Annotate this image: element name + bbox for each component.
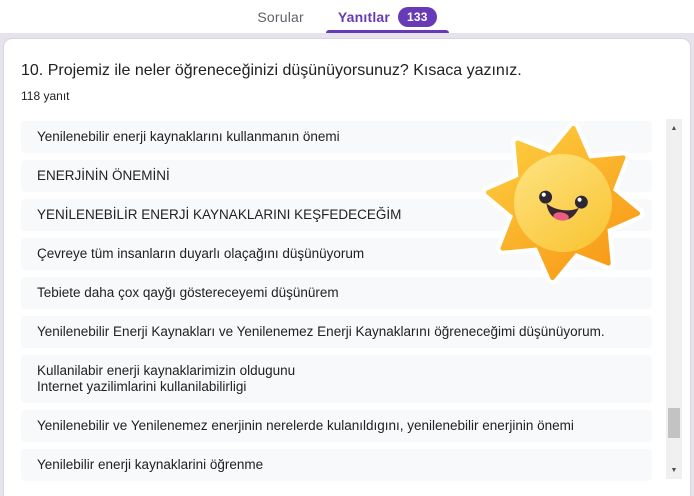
tab-questions-label: Sorular — [257, 8, 304, 25]
response-row: Yenilenebilir Enerji Kaynakları ve Yenil… — [21, 316, 652, 348]
responses-scrollbar[interactable]: ▲ ▼ — [666, 119, 682, 479]
scrollbar-thumb[interactable] — [668, 408, 680, 438]
response-row: ENERJİNİN ÖNEMİNİ — [21, 160, 652, 192]
response-row: Yenilenebilir enerji kaynaklarını kullan… — [21, 121, 652, 153]
scroll-down-arrow-icon[interactable]: ▼ — [666, 463, 682, 477]
responses-page: Sorular Yanıtlar 133 10. Projemiz ile ne… — [0, 0, 694, 496]
answers-count-badge: 133 — [398, 6, 437, 27]
question-card: 10. Projemiz ile neler öğreneceğinizi dü… — [3, 38, 691, 496]
response-row: Çevreye tüm insanların duyarlı olaçağını… — [21, 238, 652, 270]
active-tab-underline — [325, 30, 449, 33]
responses-list: Yenilenebilir enerji kaynaklarını kullan… — [21, 121, 652, 481]
tab-bar: Sorular Yanıtlar 133 — [0, 0, 694, 33]
tab-questions[interactable]: Sorular — [243, 0, 318, 33]
tab-answers[interactable]: Yanıtlar 133 — [324, 0, 451, 33]
scroll-up-arrow-icon[interactable]: ▲ — [666, 121, 682, 135]
response-row: Yenilenebilir ve Yenilenemez enerjinin n… — [21, 410, 652, 442]
tab-answers-label: Yanıtlar — [337, 8, 391, 25]
response-row: YENİLENEBİLİR ENERJİ KAYNAKLARINI KEŞFED… — [21, 199, 652, 231]
response-row: Yenilebilir enerji kaynaklarini öğrenme — [21, 449, 652, 481]
response-count: 118 yanıt — [21, 89, 70, 103]
question-title: 10. Projemiz ile neler öğreneceğinizi dü… — [21, 62, 522, 79]
response-row: Tebiete daha çox qayğı göstereceyemi düş… — [21, 277, 652, 309]
response-row: Kullanilabir enerji kaynaklarimizin oldu… — [21, 355, 652, 403]
